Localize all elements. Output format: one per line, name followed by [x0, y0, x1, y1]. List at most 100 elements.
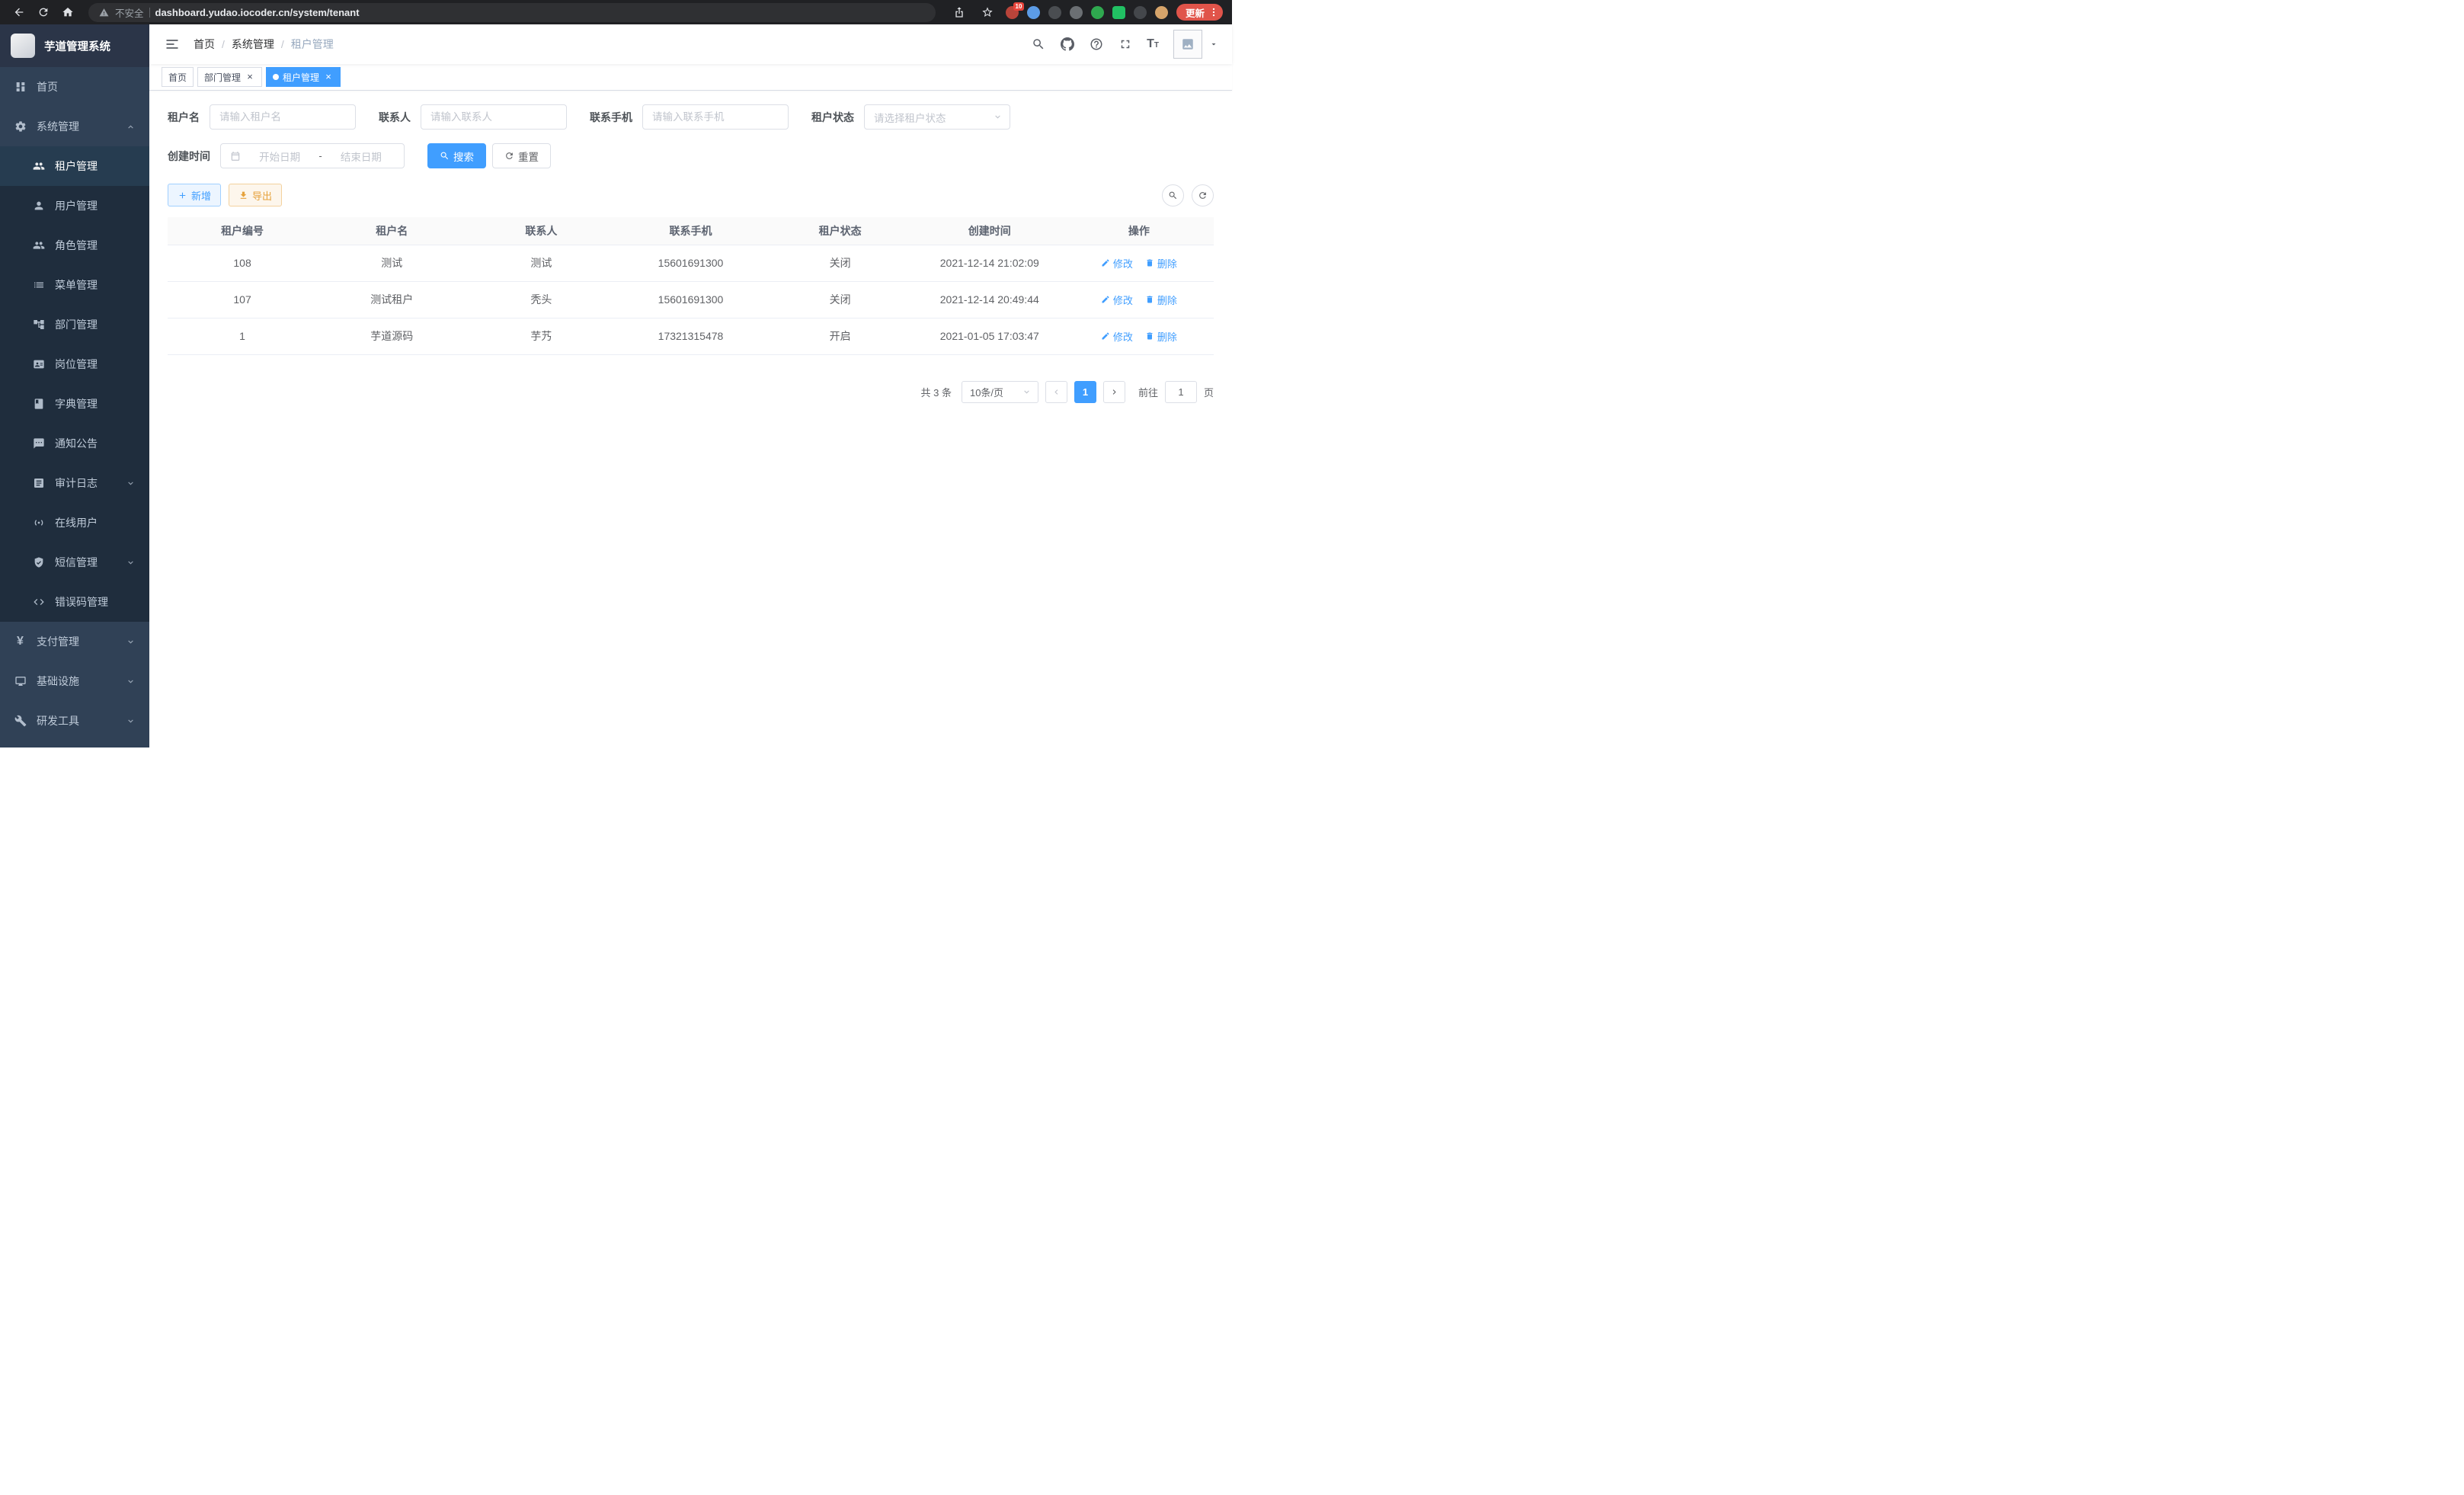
sidebar-item[interactable]: 租户管理 [0, 146, 149, 186]
home-icon[interactable] [58, 2, 78, 22]
export-button[interactable]: 导出 [229, 184, 282, 206]
delete-link[interactable]: 删除 [1145, 256, 1177, 271]
hamburger-icon[interactable] [163, 35, 181, 53]
help-icon[interactable] [1089, 37, 1103, 52]
sidebar-item[interactable]: 岗位管理 [0, 344, 149, 384]
font-size-icon[interactable]: TT [1147, 38, 1159, 50]
edit-link[interactable]: 修改 [1101, 293, 1133, 307]
goto-page-input[interactable] [1165, 381, 1197, 403]
tab-item[interactable]: 租户管理× [266, 67, 341, 87]
address-bar[interactable]: 不安全 dashboard.yudao.iocoder.cn/system/te… [88, 3, 936, 22]
search-button-label: 搜索 [453, 149, 474, 164]
sidebar-item[interactable]: 审计日志 [0, 463, 149, 503]
page-number-button[interactable]: 1 [1074, 381, 1096, 403]
edit-label: 修改 [1113, 293, 1133, 307]
tenant-name-input[interactable] [210, 104, 356, 130]
search-icon[interactable] [1031, 37, 1045, 52]
contact-input[interactable] [421, 104, 567, 130]
caret-down-icon[interactable] [1209, 40, 1218, 49]
extension-icon[interactable] [1091, 6, 1104, 19]
phone-input[interactable] [642, 104, 789, 130]
tenant-status-label: 租户状态 [811, 110, 854, 125]
cell-created: 2021-01-05 17:03:47 [915, 318, 1064, 354]
tab-item[interactable]: 部门管理× [197, 67, 262, 87]
edit-icon [1101, 258, 1110, 267]
sidebar-item[interactable]: 研发工具 [0, 701, 149, 741]
create-time-range-picker[interactable]: 开始日期 - 结束日期 [220, 143, 405, 168]
back-icon[interactable] [9, 2, 29, 22]
browser-menu-icon[interactable] [1207, 5, 1221, 19]
sidebar-item[interactable]: 菜单管理 [0, 265, 149, 305]
extension-icon[interactable] [1048, 6, 1061, 19]
cell-created: 2021-12-14 21:02:09 [915, 245, 1064, 281]
chrome-update-button[interactable]: 更新 [1176, 4, 1223, 21]
sidebar-item[interactable]: 字典管理 [0, 384, 149, 424]
reload-icon[interactable] [34, 2, 53, 22]
extension-icon[interactable] [1070, 6, 1083, 19]
delete-label: 删除 [1157, 329, 1177, 344]
delete-link[interactable]: 删除 [1145, 293, 1177, 307]
delete-link[interactable]: 删除 [1145, 329, 1177, 344]
edit-link[interactable]: 修改 [1101, 256, 1133, 271]
phone-label: 联系手机 [590, 110, 632, 125]
github-icon[interactable] [1060, 37, 1074, 52]
share-icon[interactable] [949, 2, 969, 22]
extension-icon[interactable] [1027, 6, 1040, 19]
sidebar-item[interactable]: ¥支付管理 [0, 622, 149, 661]
logo[interactable]: 芋道管理系统 [0, 24, 149, 67]
next-page-button[interactable] [1103, 381, 1125, 403]
sidebar-item-label: 审计日志 [55, 475, 98, 491]
reset-button[interactable]: 重置 [492, 143, 551, 168]
refresh-icon [1198, 190, 1208, 200]
bookmark-star-icon[interactable] [978, 2, 997, 22]
prev-page-button[interactable] [1045, 381, 1067, 403]
cell-id: 1 [168, 318, 317, 354]
extension-icon[interactable]: 10 [1006, 6, 1019, 19]
sidebar-item[interactable]: 短信管理 [0, 543, 149, 582]
table-row: 1芋道源码芋艿17321315478开启2021-01-05 17:03:47修… [168, 318, 1214, 354]
delete-label: 删除 [1157, 256, 1177, 271]
page-size-select[interactable]: 10条/页 [962, 381, 1038, 403]
end-date-placeholder: 结束日期 [327, 149, 395, 164]
edit-link[interactable]: 修改 [1101, 329, 1133, 344]
column-header: 租户名 [317, 217, 466, 245]
cell-phone: 15601691300 [616, 281, 765, 318]
sidebar-item[interactable]: 部门管理 [0, 305, 149, 344]
avatar[interactable] [1173, 30, 1202, 59]
sidebar-item[interactable]: 基础设施 [0, 661, 149, 701]
close-icon[interactable]: × [323, 72, 334, 82]
sidebar-item-label: 字典管理 [55, 396, 98, 411]
breadcrumb-item[interactable]: 首页 [194, 37, 215, 52]
sidebar-item[interactable]: 首页 [0, 67, 149, 107]
extension-icon[interactable] [1112, 6, 1125, 19]
sidebar: 芋道管理系统 首页系统管理租户管理用户管理角色管理菜单管理部门管理岗位管理字典管… [0, 24, 149, 748]
sidebar-item[interactable]: 通知公告 [0, 424, 149, 463]
divider [149, 8, 150, 18]
breadcrumb: 首页/系统管理/租户管理 [194, 37, 334, 52]
fullscreen-icon[interactable] [1118, 37, 1132, 52]
code-icon [32, 596, 45, 609]
tenant-status-select[interactable]: 请选择租户状态 [864, 104, 1010, 130]
cell-name: 测试 [317, 245, 466, 281]
sidebar-item[interactable]: 系统管理 [0, 107, 149, 146]
browser-toolbar: 不安全 dashboard.yudao.iocoder.cn/system/te… [0, 0, 1232, 24]
refresh-table-button[interactable] [1192, 184, 1214, 206]
extension-icon[interactable] [1134, 6, 1147, 19]
sidebar-item[interactable]: 用户管理 [0, 186, 149, 226]
tab-item[interactable]: 首页 [162, 67, 194, 87]
sidebar-item-label: 支付管理 [37, 634, 79, 649]
cell-status: 开启 [766, 318, 915, 354]
sidebar-item[interactable]: 错误码管理 [0, 582, 149, 622]
close-icon[interactable]: × [245, 72, 255, 82]
sidebar-item-label: 岗位管理 [55, 357, 98, 372]
sidebar-item[interactable]: 角色管理 [0, 226, 149, 265]
breadcrumb-item[interactable]: 系统管理 [232, 37, 274, 52]
edit-icon [1101, 331, 1110, 341]
search-button[interactable]: 搜索 [427, 143, 486, 168]
cell-contact: 芋艿 [466, 318, 616, 354]
toggle-search-button[interactable] [1162, 184, 1184, 206]
add-button[interactable]: 新增 [168, 184, 221, 206]
extension-icon[interactable] [1155, 6, 1168, 19]
extensions-area: 10 [1006, 6, 1168, 19]
sidebar-item[interactable]: 在线用户 [0, 503, 149, 543]
